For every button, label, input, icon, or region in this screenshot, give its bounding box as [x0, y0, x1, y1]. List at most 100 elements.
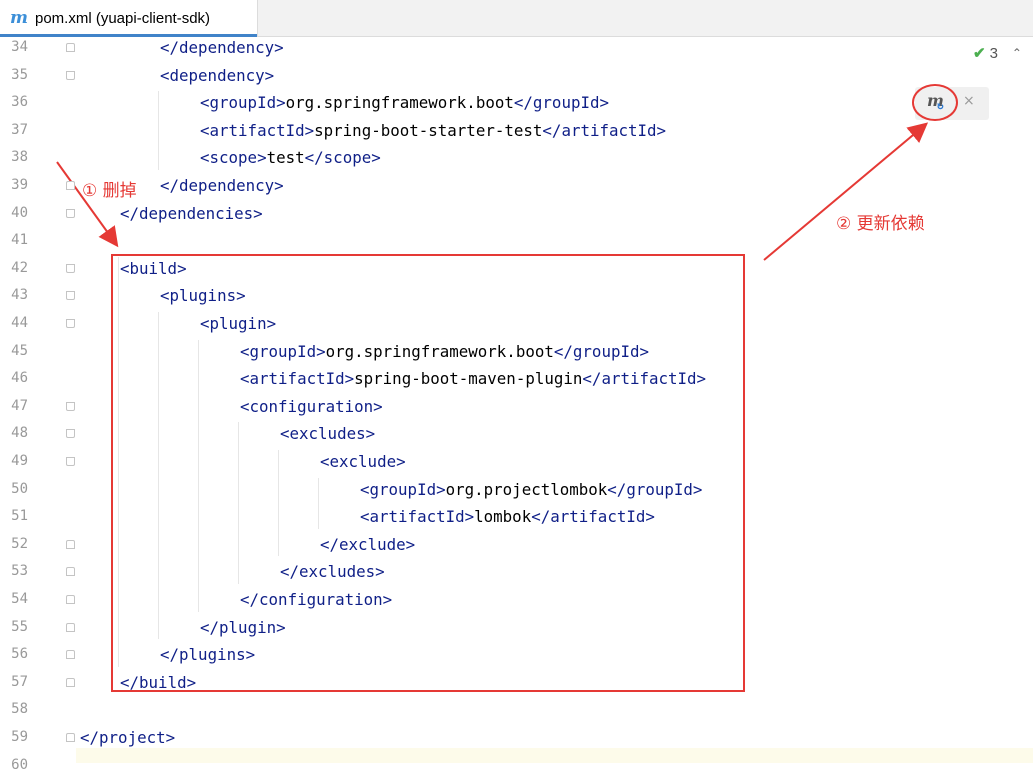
line-number: 40: [11, 204, 28, 221]
xml-text: org.springframework.boot: [285, 93, 514, 113]
xml-text: spring-boot-starter-test: [314, 120, 543, 140]
line-number: 42: [11, 259, 28, 276]
xml-tag: >: [276, 93, 286, 113]
xml-tag: </: [160, 176, 180, 195]
fold-marker-icon[interactable]: [66, 263, 75, 273]
fold-marker-icon[interactable]: [66, 43, 75, 52]
current-line-highlight: [76, 748, 1033, 763]
xml-tag: scope: [209, 148, 258, 168]
line-number: 52: [11, 535, 28, 552]
fold-marker-icon[interactable]: [66, 429, 75, 439]
line-number: 50: [11, 480, 28, 497]
indent-guide: [278, 450, 279, 557]
xml-tag: artifactId: [561, 120, 657, 140]
indent-guide: [238, 422, 239, 584]
editor-tab-bar: m pom.xml (yuapi-client-sdk): [0, 0, 1033, 37]
xml-tag: >: [274, 176, 284, 195]
indent-guide: [318, 477, 319, 529]
xml-tag: >: [599, 93, 609, 113]
line-number: 35: [11, 66, 28, 83]
xml-tag: </: [513, 93, 533, 113]
fold-marker-icon[interactable]: [66, 539, 75, 549]
xml-tag: <: [200, 148, 210, 168]
xml-tag: >: [257, 148, 267, 168]
tab-pom-xml[interactable]: m pom.xml (yuapi-client-sdk): [0, 0, 258, 37]
xml-tag: <: [200, 120, 210, 140]
indent-guide: [198, 339, 199, 612]
tab-label: pom.xml (yuapi-client-sdk): [35, 9, 211, 27]
xml-tag: dependency: [169, 65, 265, 85]
line-number: 60: [11, 756, 28, 773]
code-line[interactable]: </project>: [80, 724, 175, 751]
fold-marker-icon[interactable]: [66, 70, 75, 80]
code-line[interactable]: </dependencies>: [120, 200, 263, 227]
code-line[interactable]: </dependency>: [160, 172, 284, 199]
xml-tag: >: [264, 65, 275, 85]
xml-tag: >: [656, 120, 667, 140]
fold-marker-icon[interactable]: [66, 650, 75, 660]
xml-tag: >: [371, 148, 381, 168]
code-line[interactable]: </dependency>: [160, 34, 284, 61]
line-number: 53: [11, 563, 28, 580]
xml-tag: dependency: [179, 176, 275, 195]
xml-tag: <: [200, 93, 210, 113]
xml-tag: artifactId: [209, 120, 305, 140]
xml-tag: groupId: [532, 93, 600, 113]
xml-tag: </: [120, 203, 140, 223]
fold-marker-icon[interactable]: [66, 401, 75, 411]
xml-tag: dependencies: [139, 203, 254, 223]
fold-marker-icon[interactable]: [66, 595, 75, 604]
line-number: 34: [11, 39, 28, 55]
xml-tag: >: [304, 120, 315, 140]
xml-text: test: [266, 148, 305, 168]
xml-tag: scope: [323, 148, 372, 168]
line-number: 36: [11, 94, 28, 111]
line-number: 43: [11, 287, 28, 304]
arrow-to-maven-icon: [763, 122, 929, 261]
line-number: 51: [11, 508, 28, 525]
xml-tag: </: [160, 38, 180, 57]
indent-guide: [158, 312, 159, 640]
line-number: 39: [11, 177, 28, 193]
indent-guide: [118, 256, 119, 667]
fold-marker-icon[interactable]: [66, 208, 75, 218]
line-number: 59: [11, 729, 28, 745]
line-number: 47: [11, 397, 28, 414]
xml-tag: groupId: [209, 93, 277, 113]
fold-marker-icon[interactable]: [66, 567, 75, 577]
line-number: 49: [11, 453, 28, 469]
fold-marker-icon[interactable]: [66, 181, 75, 190]
code-line[interactable]: <dependency>: [160, 62, 274, 89]
close-icon[interactable]: ×: [963, 93, 975, 109]
fold-marker-icon[interactable]: [66, 677, 75, 687]
xml-tag: project: [99, 728, 166, 747]
inspection-widget[interactable]: ✔ 3 ⌃: [973, 44, 1022, 63]
line-number: 38: [11, 149, 28, 166]
xml-tag: >: [274, 38, 284, 57]
annotation-delete: ① 删掉: [82, 181, 137, 201]
fold-marker-icon[interactable]: [66, 622, 75, 632]
line-number: 58: [11, 701, 28, 718]
line-number: 54: [11, 591, 28, 607]
fold-marker-icon[interactable]: [66, 291, 75, 301]
highlight-box: [111, 254, 745, 692]
code-line[interactable]: <scope>test</scope>: [200, 144, 381, 171]
fold-marker-icon[interactable]: [66, 733, 75, 742]
fold-marker-icon[interactable]: [66, 457, 75, 466]
inspection-count: 3: [989, 44, 998, 62]
xml-tag: </: [80, 728, 100, 747]
chevron-up-icon[interactable]: ⌃: [1012, 46, 1022, 60]
line-number: 55: [11, 618, 28, 635]
code-line[interactable]: <groupId>org.springframework.boot</group…: [200, 89, 609, 116]
maven-file-icon: m: [10, 8, 28, 28]
code-line[interactable]: <artifactId>spring-boot-starter-test</ar…: [200, 117, 666, 144]
xml-tag: <: [160, 65, 170, 85]
xml-tag: </: [304, 148, 324, 168]
line-number: 46: [11, 370, 28, 387]
line-number: 45: [11, 342, 28, 359]
line-number: 41: [11, 232, 28, 249]
line-number: 48: [11, 425, 28, 442]
fold-marker-icon[interactable]: [66, 319, 75, 328]
xml-tag: >: [253, 203, 263, 223]
annotation-update: ② 更新依赖: [836, 214, 925, 234]
